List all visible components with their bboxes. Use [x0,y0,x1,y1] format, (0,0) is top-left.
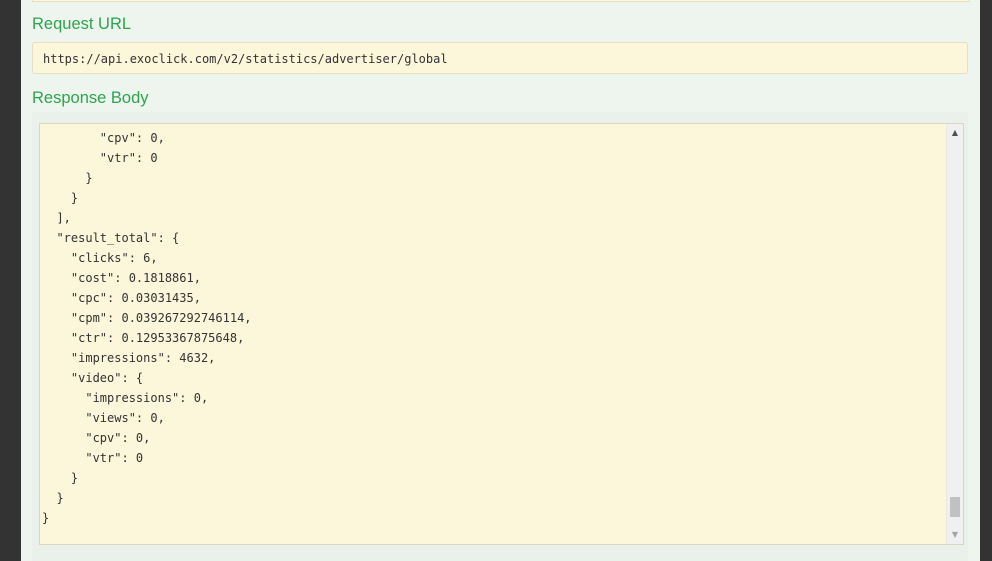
code-line: "impressions": 0, [42,391,209,405]
code-line: "cpc": 0.03031435, [42,291,201,305]
response-body-code-box[interactable]: "cpv": 0, "vtr": 0 } } ], "result_total"… [39,123,964,545]
code-line: "cpv": 0, [42,131,165,145]
api-response-panel: Request URL https://api.exoclick.com/v2/… [21,0,980,561]
code-line: } [42,471,79,485]
previous-section-box-edge [32,0,970,2]
code-line: "vtr": 0 [42,451,144,465]
code-line: "video": { [42,371,144,385]
code-line: "cpm": 0.039267292746114, [42,311,252,325]
response-body-heading: Response Body [32,89,149,107]
code-line: "views": 0, [42,411,165,425]
code-line: } [42,171,93,185]
code-line: "vtr": 0 [42,151,158,165]
code-line: ], [42,211,71,225]
code-line: "ctr": 0.12953367875648, [42,331,245,345]
code-line: "cpv": 0, [42,431,151,445]
code-line: "result_total": { [42,231,180,245]
scroll-up-arrow-icon[interactable]: ▲ [947,126,963,140]
code-line: } [42,491,64,505]
code-line: "cost": 0.1818861, [42,271,201,285]
code-line: } [42,191,79,205]
request-url-heading: Request URL [32,15,132,33]
response-body-code: "cpv": 0, "vtr": 0 } } ], "result_total"… [40,128,252,528]
code-line: } [42,511,50,525]
code-line: "clicks": 6, [42,251,158,265]
response-body-scrollbar[interactable]: ▲ ▼ [946,124,963,544]
scroll-down-arrow-icon[interactable]: ▼ [947,528,963,542]
request-url-value: https://api.exoclick.com/v2/statistics/a… [32,42,968,74]
code-line: "impressions": 4632, [42,351,216,365]
scrollbar-thumb[interactable] [950,497,960,517]
